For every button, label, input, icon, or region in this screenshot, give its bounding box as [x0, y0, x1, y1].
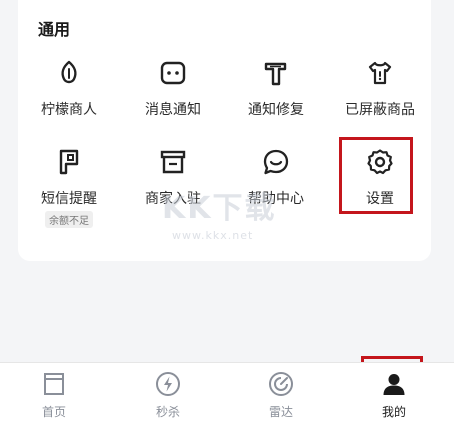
flash-icon — [156, 372, 180, 396]
user-icon — [383, 374, 405, 395]
store-icon — [160, 150, 186, 174]
message-icon — [160, 61, 186, 85]
grid-item-merchant-join[interactable]: 商家入驻 — [123, 147, 223, 217]
tab-home[interactable]: 首页 — [14, 371, 94, 423]
tab-label: 首页 — [41, 405, 66, 419]
grid-item-help-center[interactable]: 帮助中心 — [226, 147, 326, 217]
grid-item-label: 已屏蔽商品 — [345, 102, 415, 118]
section-title: 通用 — [38, 20, 71, 39]
grid-item-label: 帮助中心 — [248, 191, 304, 207]
tab-flash-sale[interactable]: 秒杀 — [128, 371, 208, 423]
radar-icon — [269, 372, 293, 396]
balance-low-badge: 余额不足 — [45, 211, 93, 228]
home-icon — [44, 373, 64, 395]
tab-radar[interactable]: 雷达 — [241, 371, 321, 423]
grid-item-notify-repair[interactable]: 通知修复 — [226, 58, 326, 128]
repair-icon — [264, 62, 287, 86]
blocked-goods-icon — [368, 61, 392, 85]
tab-mine[interactable]: 我的 — [354, 371, 434, 423]
grid-item-message-notify[interactable]: 消息通知 — [123, 58, 223, 128]
settings-highlight-box — [339, 137, 413, 214]
lemon-icon — [61, 60, 77, 84]
grid-item-label: 柠檬商人 — [41, 102, 97, 118]
bottom-tab-bar: 首页 秒杀 雷达 我的 — [0, 362, 454, 425]
tab-label: 雷达 — [268, 405, 293, 419]
grid-item-lemon-merchant[interactable]: 柠檬商人 — [19, 58, 119, 128]
grid-item-label: 商家入驻 — [145, 191, 201, 207]
grid-item-sms-reminder[interactable]: 短信提醒 余额不足 — [19, 147, 119, 235]
help-chat-icon — [263, 149, 289, 175]
sms-icon — [59, 149, 79, 175]
tab-label: 秒杀 — [155, 405, 180, 419]
grid-item-blocked-goods[interactable]: 已屏蔽商品 — [330, 58, 430, 128]
general-section-card: 通用 柠檬商人 消息通知 通知修复 已屏蔽商品 短信提醒 余额不足 商家入驻 帮… — [18, 0, 431, 261]
grid-item-label: 消息通知 — [145, 102, 201, 118]
tab-label: 我的 — [381, 405, 406, 419]
grid-item-label: 短信提醒 — [41, 191, 97, 207]
grid-item-label: 通知修复 — [248, 102, 304, 118]
